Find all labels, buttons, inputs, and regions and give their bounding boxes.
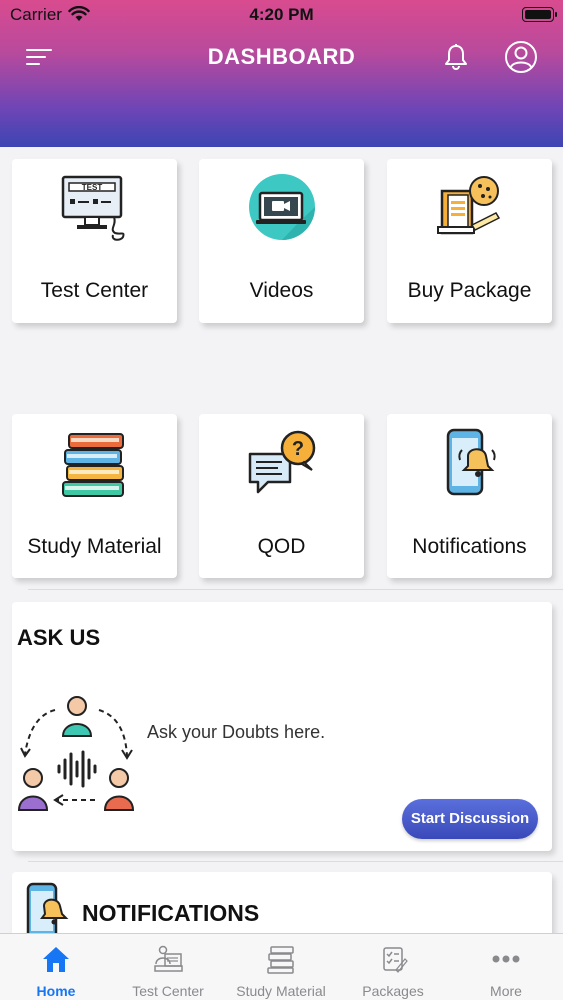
divider: [28, 861, 563, 862]
tab-more[interactable]: More: [450, 934, 562, 1000]
battery-icon: [522, 7, 557, 22]
tile-study-material[interactable]: Study Material: [12, 414, 177, 578]
book-package-icon: [436, 176, 500, 235]
status-time: 4:20 PM: [249, 5, 314, 24]
phone-bell-icon: [26, 882, 69, 938]
profile-icon[interactable]: [504, 40, 538, 74]
tile-label: Notifications: [412, 535, 527, 558]
tile-notifications[interactable]: Notifications: [387, 414, 552, 578]
bottom-tab-bar: Home Test Center Study Material Packages…: [0, 933, 563, 1000]
question-chat-icon: ?: [248, 430, 315, 494]
tab-label: Home: [36, 983, 76, 999]
test-center-icon: [154, 945, 183, 972]
phone-bell-icon: [446, 428, 496, 496]
packages-icon: [383, 947, 408, 973]
svg-text:TEST: TEST: [81, 183, 102, 192]
tile-label: QOD: [257, 535, 306, 558]
tile-videos[interactable]: Videos: [199, 159, 364, 323]
tile-test-center[interactable]: TEST Test Center: [12, 159, 177, 323]
tab-label: Packages: [362, 983, 424, 999]
status-bar: Carrier 4:20 PM: [0, 0, 563, 30]
ask-us-text: Ask your Doubts here.: [147, 722, 326, 742]
tab-label: Study Material: [236, 983, 326, 999]
tab-test-center[interactable]: Test Center: [112, 934, 224, 1000]
more-dots-icon: [492, 955, 520, 963]
test-monitor-icon: TEST: [61, 175, 124, 241]
discussion-group-icon: [17, 696, 135, 811]
svg-text:?: ?: [291, 438, 303, 460]
tab-label: More: [490, 983, 522, 999]
home-icon: [43, 947, 69, 972]
app-header: Carrier 4:20 PM DASHBOARD: [0, 0, 563, 147]
tile-label: Buy Package: [407, 279, 532, 302]
divider: [28, 589, 563, 590]
notifications-section-title: NOTIFICATIONS: [82, 900, 260, 926]
tile-label: Study Material: [27, 535, 162, 558]
tab-packages[interactable]: Packages: [337, 934, 449, 1000]
study-material-icon: [267, 946, 294, 974]
tab-label: Test Center: [132, 983, 204, 999]
start-discussion-button[interactable]: Start Discussion: [402, 799, 538, 839]
video-player-icon: [248, 174, 315, 240]
tab-home[interactable]: Home: [0, 934, 112, 1000]
tile-buy-package[interactable]: Buy Package: [387, 159, 552, 323]
ask-us-card: ASK US Ask your Doubts here. Start Discu…: [12, 602, 552, 851]
page-title: DASHBOARD: [207, 44, 356, 69]
ask-us-title: ASK US: [17, 625, 101, 650]
tile-label: Test Center: [40, 279, 149, 302]
bell-icon[interactable]: [443, 43, 469, 71]
tile-label: Videos: [249, 279, 314, 302]
tile-qod[interactable]: ? QOD: [199, 414, 364, 578]
books-stack-icon: [61, 433, 124, 497]
tab-study-material[interactable]: Study Material: [225, 934, 337, 1000]
